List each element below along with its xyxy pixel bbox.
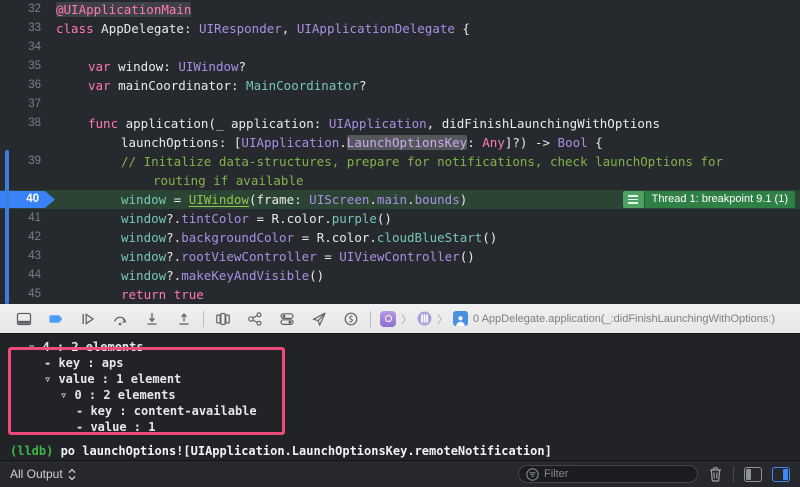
- code-line[interactable]: launchOptions: [UIApplication.LaunchOpti…: [0, 133, 800, 152]
- code-line[interactable]: 39// Initalize data-structures, prepare …: [0, 152, 800, 171]
- environment-overrides-icon[interactable]: [271, 307, 303, 331]
- app-icon[interactable]: [380, 311, 396, 327]
- bottom-bar-separator: [733, 466, 734, 482]
- thread-icon[interactable]: [417, 311, 432, 326]
- console-bottom-bar: All Output: [0, 460, 800, 487]
- thread-badge-label: Thread 1: breakpoint 9.1 (1): [645, 191, 795, 208]
- breakpoints-toggle-icon[interactable]: [40, 307, 72, 331]
- code-line[interactable]: 42window?.backgroundColor = R.color.clou…: [0, 228, 800, 247]
- line-number-gutter[interactable]: 34: [0, 38, 50, 57]
- code-line[interactable]: 43window?.rootViewController = UIViewCon…: [0, 247, 800, 266]
- line-number-gutter[interactable]: 36: [0, 76, 50, 95]
- memory-graph-icon[interactable]: [239, 307, 271, 331]
- trash-icon[interactable]: [708, 466, 723, 482]
- line-number-gutter[interactable]: 37: [0, 95, 50, 114]
- code-line[interactable]: 32@UIApplicationMain: [0, 0, 800, 19]
- debug-toolbar: 〉 〉 0 AppDelegate.application(_:didFinis…: [0, 304, 800, 334]
- filter-input[interactable]: [544, 468, 690, 480]
- lldb-prompt: (lldb): [10, 444, 61, 458]
- debug-jump-bar[interactable]: 〉 〉 0 AppDelegate.application(_:didFinis…: [380, 311, 775, 327]
- view-ui-hierarchy-icon[interactable]: [207, 307, 239, 331]
- lldb-command-line[interactable]: (lldb) po launchOptions![UIApplication.L…: [0, 444, 800, 458]
- line-number-gutter[interactable]: 32: [0, 0, 50, 19]
- output-scope-label: All Output: [10, 467, 63, 481]
- code-line[interactable]: routing if available: [0, 171, 800, 190]
- lldb-command: po launchOptions![UIApplication.LaunchOp…: [61, 444, 552, 458]
- step-over-icon[interactable]: [104, 307, 136, 331]
- console-output: ▿ 4 : 2 elements- key : aps▿ value : 1 e…: [0, 339, 800, 435]
- simulate-location-icon[interactable]: [303, 307, 335, 331]
- code-lines: 32@UIApplicationMain33class AppDelegate:…: [0, 0, 800, 304]
- variable-tree-line: - key : content-available: [0, 403, 800, 419]
- console-filter-field[interactable]: [518, 465, 698, 483]
- debug-console[interactable]: ▿ 4 : 2 elements- key : aps▿ value : 1 e…: [0, 334, 800, 460]
- code-line[interactable]: 35var window: UIWindow?: [0, 57, 800, 76]
- variable-tree-line: ▿ value : 1 element: [0, 371, 800, 387]
- source-editor[interactable]: 32@UIApplicationMain33class AppDelegate:…: [0, 0, 800, 304]
- stack-frame-label[interactable]: 0 AppDelegate.application(_:didFinishLau…: [473, 313, 775, 325]
- hide-debug-area-icon[interactable]: [8, 307, 40, 331]
- breakpoint-thread-badge[interactable]: Thread 1: breakpoint 9.1 (1): [623, 191, 795, 208]
- console-view-toggle[interactable]: [772, 467, 790, 482]
- code-line[interactable]: 41window?.tintColor = R.color.purple(): [0, 209, 800, 228]
- variable-tree-line: ▿ 0 : 2 elements: [0, 387, 800, 403]
- gauge-icon[interactable]: [335, 307, 367, 331]
- breakpoint-menu-icon[interactable]: [623, 191, 645, 208]
- filter-icon: [526, 468, 539, 481]
- code-line[interactable]: 44window?.makeKeyAndVisible(): [0, 266, 800, 285]
- variable-tree-line: - value : 1: [0, 419, 800, 435]
- line-number-gutter[interactable]: 35: [0, 57, 50, 76]
- variable-tree-line: ▿ 4 : 2 elements: [0, 339, 800, 355]
- code-line[interactable]: 45return true: [0, 285, 800, 304]
- step-into-icon[interactable]: [136, 307, 168, 331]
- step-out-icon[interactable]: [168, 307, 200, 331]
- code-line[interactable]: 37: [0, 95, 800, 114]
- variables-view-toggle[interactable]: [744, 467, 762, 482]
- toolbar-separator: [203, 311, 204, 327]
- toolbar-separator: [370, 311, 371, 327]
- stack-frame-icon[interactable]: [453, 311, 468, 326]
- variable-tree-line: - key : aps: [0, 355, 800, 371]
- output-scope-selector[interactable]: All Output: [10, 467, 76, 481]
- continue-execution-icon[interactable]: [72, 307, 104, 331]
- line-number-gutter[interactable]: 38: [0, 114, 50, 133]
- chevron-right-icon: 〉: [401, 311, 412, 327]
- updown-chevron-icon: [68, 468, 76, 481]
- code-line[interactable]: 33class AppDelegate: UIResponder, UIAppl…: [0, 19, 800, 38]
- xcode-debug-window: 32@UIApplicationMain33class AppDelegate:…: [0, 0, 800, 487]
- source-control-change-bar: [5, 150, 9, 304]
- code-line[interactable]: 36var mainCoordinator: MainCoordinator?: [0, 76, 800, 95]
- line-number-gutter[interactable]: 33: [0, 19, 50, 38]
- code-line[interactable]: 34: [0, 38, 800, 57]
- code-line[interactable]: 38func application(_ application: UIAppl…: [0, 114, 800, 133]
- chevron-right-icon: 〉: [437, 311, 448, 327]
